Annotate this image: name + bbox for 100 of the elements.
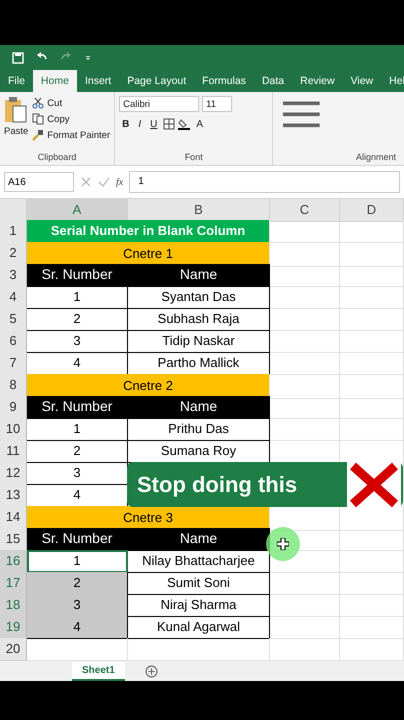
group-label: Clipboard xyxy=(36,151,78,164)
row-number: 17 xyxy=(0,572,27,595)
row-number: 9 xyxy=(0,396,27,419)
row-number: 20 xyxy=(0,638,27,661)
ribbon-tab[interactable]: View xyxy=(342,70,382,92)
serial-cell[interactable]: 3 xyxy=(27,594,128,617)
copy-button[interactable]: Copy xyxy=(32,112,110,126)
add-sheet-icon[interactable] xyxy=(144,665,158,678)
ribbon-tab[interactable]: Review xyxy=(292,70,343,92)
row-number: 16 xyxy=(0,550,27,573)
serial-cell[interactable]: 2 xyxy=(27,572,128,595)
enter-icon xyxy=(98,176,110,188)
row-number: 1 xyxy=(0,220,27,243)
cut-button[interactable]: Cut xyxy=(32,96,110,110)
title-cell: Serial Number in Blank Column xyxy=(27,220,270,243)
name-cell: Subhash Raja xyxy=(128,308,270,331)
name-cell: Kunal Agarwal xyxy=(128,616,270,639)
font-color-button[interactable]: A xyxy=(193,118,206,130)
header-cell: Name xyxy=(128,264,270,287)
row-number: 3 xyxy=(0,264,27,287)
empty-cell xyxy=(270,352,340,375)
font-name-field[interactable]: Calibri xyxy=(119,96,200,112)
ribbon-tab[interactable]: Home xyxy=(32,70,77,92)
borders-icon xyxy=(163,118,176,130)
empty-cell xyxy=(340,594,404,617)
row-number: 18 xyxy=(0,594,27,617)
header-cell: Name xyxy=(128,528,270,551)
row-number: 19 xyxy=(0,616,27,639)
serial-cell[interactable]: 1 xyxy=(27,286,128,309)
empty-cell xyxy=(340,264,404,287)
banner-text: Stop doing this xyxy=(137,472,298,498)
empty-cell xyxy=(340,528,404,551)
column-header[interactable]: A xyxy=(27,199,128,222)
underline-button[interactable]: U xyxy=(147,118,160,130)
ribbon-tab[interactable]: Page Layout xyxy=(119,70,194,92)
column-header[interactable]: C xyxy=(270,199,340,222)
empty-cell xyxy=(270,308,340,331)
column-header[interactable]: B xyxy=(128,199,270,222)
group-label: Font xyxy=(184,151,204,164)
serial-cell[interactable]: 3 xyxy=(27,330,128,353)
serial-cell[interactable]: 1 xyxy=(27,418,128,441)
empty-cell xyxy=(340,220,404,243)
ribbon-tab[interactable]: Data xyxy=(254,70,292,92)
empty-cell xyxy=(340,330,404,353)
font-size-field[interactable]: 11 xyxy=(202,96,232,112)
customize-icon xyxy=(84,54,92,62)
sheet-tab[interactable]: Sheet1 xyxy=(72,662,125,681)
empty-cell xyxy=(340,286,404,309)
brush-icon xyxy=(32,129,44,141)
copy-icon xyxy=(32,113,44,125)
serial-cell[interactable]: 2 xyxy=(27,440,128,463)
paste-button[interactable]: Paste xyxy=(4,96,28,149)
empty-cell xyxy=(340,242,404,267)
row-number: 4 xyxy=(0,286,27,309)
name-box[interactable]: A16 xyxy=(4,172,74,192)
empty-cell xyxy=(340,550,404,573)
name-cell: Sumit Soni xyxy=(128,572,270,595)
ribbon-tab[interactable]: File xyxy=(0,70,33,92)
name-cell: Prithu Das xyxy=(128,418,270,441)
empty-cell xyxy=(340,374,404,399)
empty-cell xyxy=(340,616,404,639)
function-label[interactable]: fx xyxy=(116,176,124,188)
row-number: 15 xyxy=(0,528,27,551)
name-cell: Syantan Das xyxy=(128,286,270,309)
ribbon-tab[interactable]: Formulas xyxy=(194,70,254,92)
save-icon xyxy=(12,52,24,64)
row-number: 6 xyxy=(0,330,27,353)
header-cell: Sr. Number xyxy=(27,264,128,287)
row-number: 7 xyxy=(0,352,27,375)
serial-cell[interactable]: 4 xyxy=(27,616,128,639)
empty-cell xyxy=(340,572,404,595)
empty-cell xyxy=(270,286,340,309)
ribbon-tab[interactable]: Hel xyxy=(381,70,404,92)
row-number: 13 xyxy=(0,484,27,507)
move-cursor-icon xyxy=(277,538,289,550)
empty-cell xyxy=(270,594,340,617)
serial-cell[interactable]: 2 xyxy=(27,308,128,331)
bold-button[interactable]: B xyxy=(119,118,132,130)
empty-cell xyxy=(270,330,340,353)
row-number: 10 xyxy=(0,418,27,441)
empty-cell xyxy=(340,308,404,331)
name-cell: Niraj Sharma xyxy=(128,594,270,617)
column-header[interactable]: D xyxy=(340,199,404,222)
cancel-icon xyxy=(80,176,92,188)
serial-cell[interactable]: 1 xyxy=(27,550,128,573)
name-cell: Tidip Naskar xyxy=(128,330,270,353)
empty-cell xyxy=(270,572,340,595)
empty-cell xyxy=(340,352,404,375)
ribbon-tab[interactable]: Insert xyxy=(76,70,120,92)
scissors-icon xyxy=(32,97,44,109)
formula-field[interactable]: 1 xyxy=(129,171,400,193)
italic-button[interactable]: I xyxy=(135,118,144,130)
name-cell: Nilay Bhattacharjee xyxy=(128,550,270,573)
header-cell: Sr. Number xyxy=(27,528,128,551)
fill-color-icon xyxy=(178,118,190,130)
header-cell: Name xyxy=(128,396,270,419)
row-number: 5 xyxy=(0,308,27,331)
empty-cell xyxy=(340,396,404,419)
format-painter-button[interactable]: Format Painter xyxy=(32,128,110,142)
row-number: 12 xyxy=(0,462,27,485)
